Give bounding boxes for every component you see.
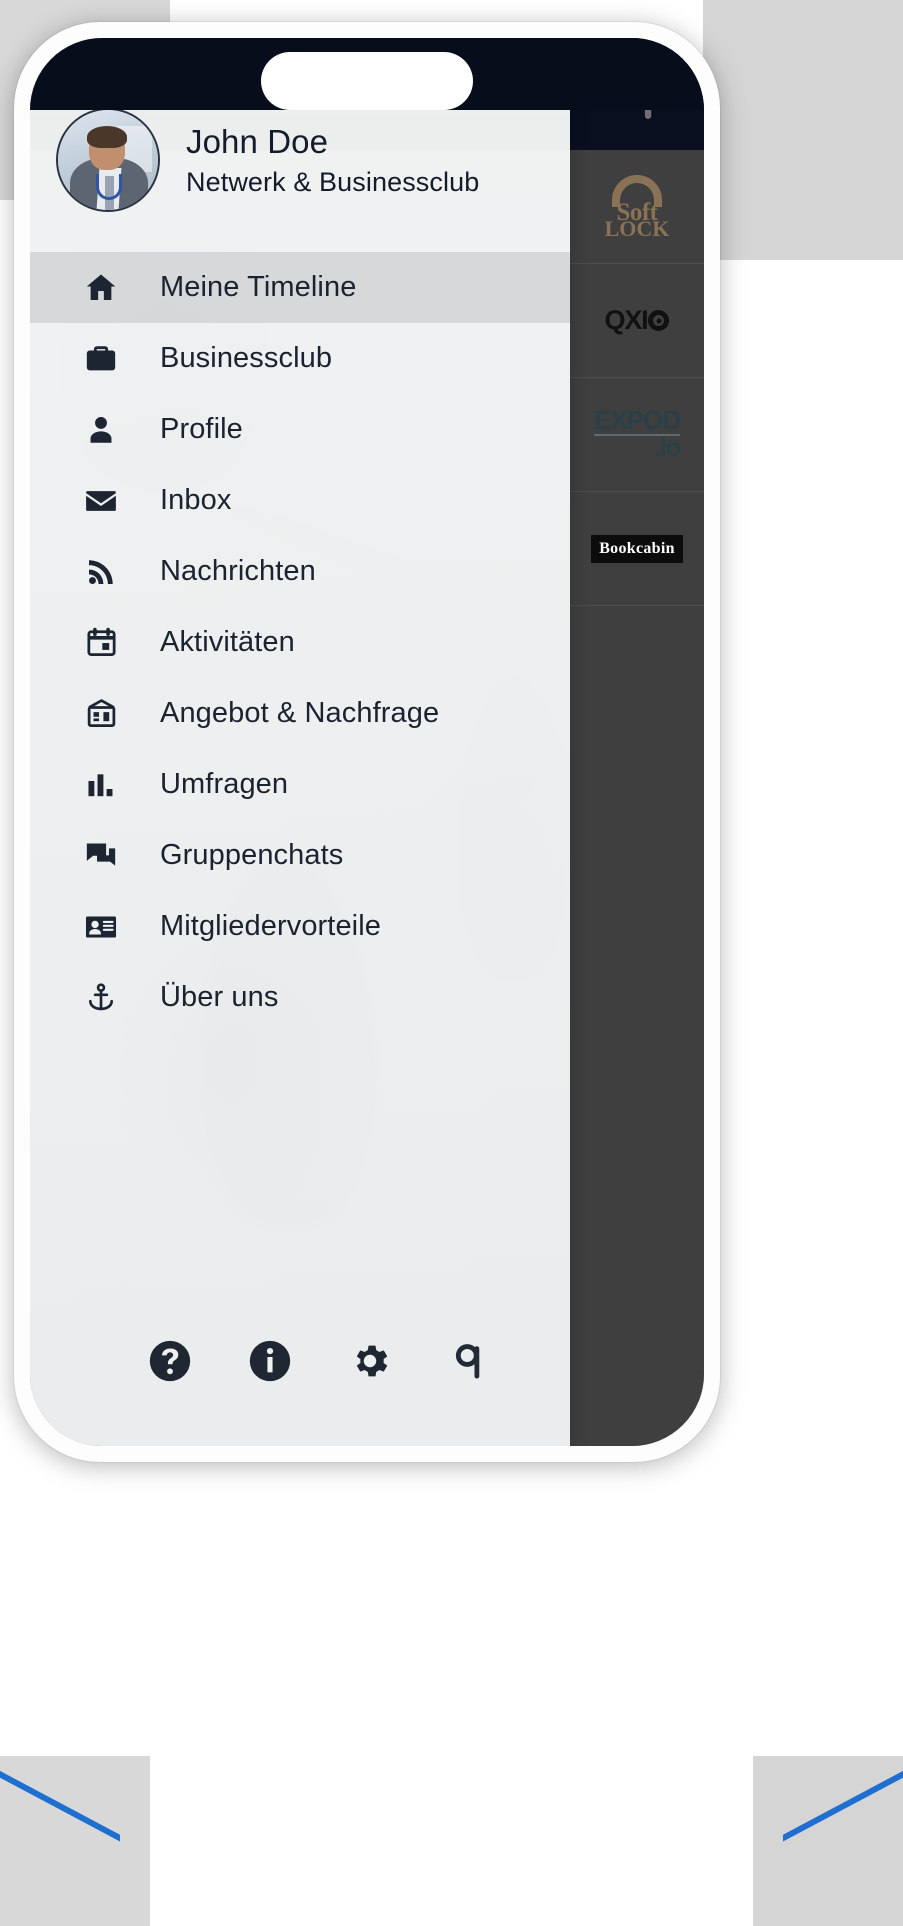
rss-feed-icon: [82, 553, 120, 591]
qxio-text: QXI: [604, 305, 649, 335]
expod-line1: EXPOD: [593, 405, 681, 436]
blue-stripe-right: [783, 1756, 903, 1846]
menu-item-nachrichten[interactable]: Nachrichten: [30, 536, 570, 607]
bookcabin-text: Bookcabin: [591, 534, 683, 563]
anchor-icon: [82, 979, 120, 1017]
id-card-icon: [82, 908, 120, 946]
brand-rail: Soft LOCK QXI EXPOD .io Bookcabin: [570, 150, 704, 1446]
softlock-line2: LOCK: [604, 215, 670, 241]
home-icon: [82, 269, 120, 307]
brand-logo-bookcabin[interactable]: Bookcabin: [570, 492, 704, 606]
menu-label: Inbox: [160, 484, 232, 516]
brand-logo-qxio[interactable]: QXI: [570, 264, 704, 378]
drawer-menu-list: Meine Timeline Businessclub Profile Inbo…: [30, 250, 570, 1276]
background-accent-top-right: [703, 0, 903, 260]
person-icon: [82, 411, 120, 449]
avatar[interactable]: [56, 108, 160, 212]
profile-subtitle: Netwerk & Businessclub: [186, 166, 480, 197]
menu-label: Über uns: [160, 981, 279, 1013]
navigation-drawer: John Doe Netwerk & Businessclub Meine Ti…: [30, 38, 570, 1446]
menu-item-aktivitaeten[interactable]: Aktivitäten: [30, 607, 570, 678]
menu-item-meine-timeline[interactable]: Meine Timeline: [30, 252, 570, 323]
brand-logo-softlock[interactable]: Soft LOCK: [570, 150, 704, 264]
menu-label: Gruppenchats: [160, 839, 344, 871]
brand-rail-spacer: [570, 606, 704, 1446]
menu-item-angebot-nachfrage[interactable]: Angebot & Nachfrage: [30, 678, 570, 749]
menu-label: Aktivitäten: [160, 626, 295, 658]
storefront-icon: [82, 695, 120, 733]
envelope-icon: [82, 482, 120, 520]
drawer-footer: [30, 1276, 570, 1446]
menu-label: Umfragen: [160, 768, 289, 800]
briefcase-icon: [82, 340, 120, 378]
menu-label: Profile: [160, 413, 243, 445]
menu-item-businessclub[interactable]: Businessclub: [30, 323, 570, 394]
menu-label: Meine Timeline: [160, 271, 357, 303]
background-accent-bottom-right: [753, 1756, 903, 1926]
menu-item-mitgliedervorteile[interactable]: Mitgliedervorteile: [30, 891, 570, 962]
menu-item-gruppenchats[interactable]: Gruppenchats: [30, 820, 570, 891]
blue-stripe-left: [0, 1756, 120, 1846]
phone-screen: ‹ Soft LOCK Q: [30, 38, 704, 1446]
qxio-ring-icon: [648, 310, 670, 331]
brand-logo-expod[interactable]: EXPOD .io: [570, 378, 704, 492]
expod-line2: .io: [653, 433, 681, 462]
menu-label: Mitgliedervorteile: [160, 910, 381, 942]
calendar-icon: [82, 624, 120, 662]
menu-label: Nachrichten: [160, 555, 316, 587]
b-logo-icon[interactable]: [448, 1339, 492, 1383]
info-circle-icon[interactable]: [248, 1339, 292, 1383]
menu-label: Businessclub: [160, 342, 333, 374]
menu-label: Angebot & Nachfrage: [160, 697, 440, 729]
notch: [261, 52, 473, 110]
chat-bubbles-icon: [82, 837, 120, 875]
menu-item-inbox[interactable]: Inbox: [30, 465, 570, 536]
profile-name: John Doe: [186, 122, 329, 160]
bar-chart-icon: [82, 766, 120, 804]
background-accent-bottom-left: [0, 1756, 150, 1926]
gear-icon[interactable]: [348, 1339, 392, 1383]
menu-item-profile[interactable]: Profile: [30, 394, 570, 465]
phone-frame: ‹ Soft LOCK Q: [14, 22, 720, 1462]
question-circle-icon[interactable]: [148, 1339, 192, 1383]
menu-item-umfragen[interactable]: Umfragen: [30, 749, 570, 820]
menu-item-ueber-uns[interactable]: Über uns: [30, 962, 570, 1033]
